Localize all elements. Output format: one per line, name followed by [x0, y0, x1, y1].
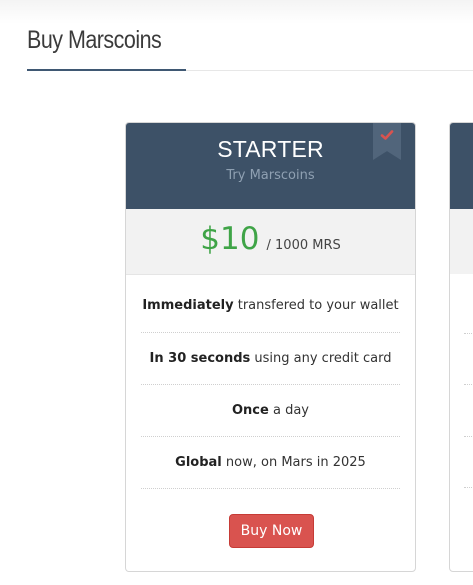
card-header: STARTER Try Marscoins	[126, 123, 415, 209]
pricing-card-next-partial	[449, 122, 473, 572]
next-card-price-band	[450, 209, 473, 274]
feature-item: In 30 seconds using any credit card	[141, 333, 400, 385]
page-title: Buy Marscoins	[27, 26, 162, 54]
feature-text: now, on Mars in 2025	[221, 455, 366, 470]
next-card-divider	[464, 487, 473, 488]
plan-subtitle: Try Marscoins	[226, 168, 315, 183]
next-card-divider	[464, 436, 473, 437]
pricing-card-starter: STARTER Try Marscoins $10 / 1000 MRS Imm…	[125, 122, 416, 572]
price-unit: / 1000 MRS	[266, 238, 341, 253]
buy-now-button[interactable]: Buy Now	[229, 514, 314, 548]
feature-bold: Once	[232, 403, 269, 418]
next-card-header	[450, 123, 473, 209]
title-accent-underline	[27, 69, 186, 71]
feature-bold: Global	[175, 455, 222, 470]
check-icon	[380, 130, 394, 140]
feature-list: Immediately transfered to your wallet In…	[126, 275, 415, 489]
next-card-divider	[464, 384, 473, 385]
feature-item: Global now, on Mars in 2025	[141, 437, 400, 489]
feature-bold: In 30 seconds	[149, 351, 251, 366]
top-fade	[0, 0, 473, 24]
feature-item: Immediately transfered to your wallet	[141, 275, 400, 333]
feature-text: using any credit card	[250, 351, 392, 366]
next-card-divider	[464, 333, 473, 334]
feature-text: a day	[268, 403, 309, 418]
feature-item: Once a day	[141, 385, 400, 437]
feature-text: transfered to your wallet	[233, 298, 399, 313]
feature-bold: Immediately	[142, 298, 234, 313]
plan-name: STARTER	[217, 136, 324, 162]
price-band: $10 / 1000 MRS	[126, 209, 415, 275]
price-amount: $10	[200, 221, 260, 257]
